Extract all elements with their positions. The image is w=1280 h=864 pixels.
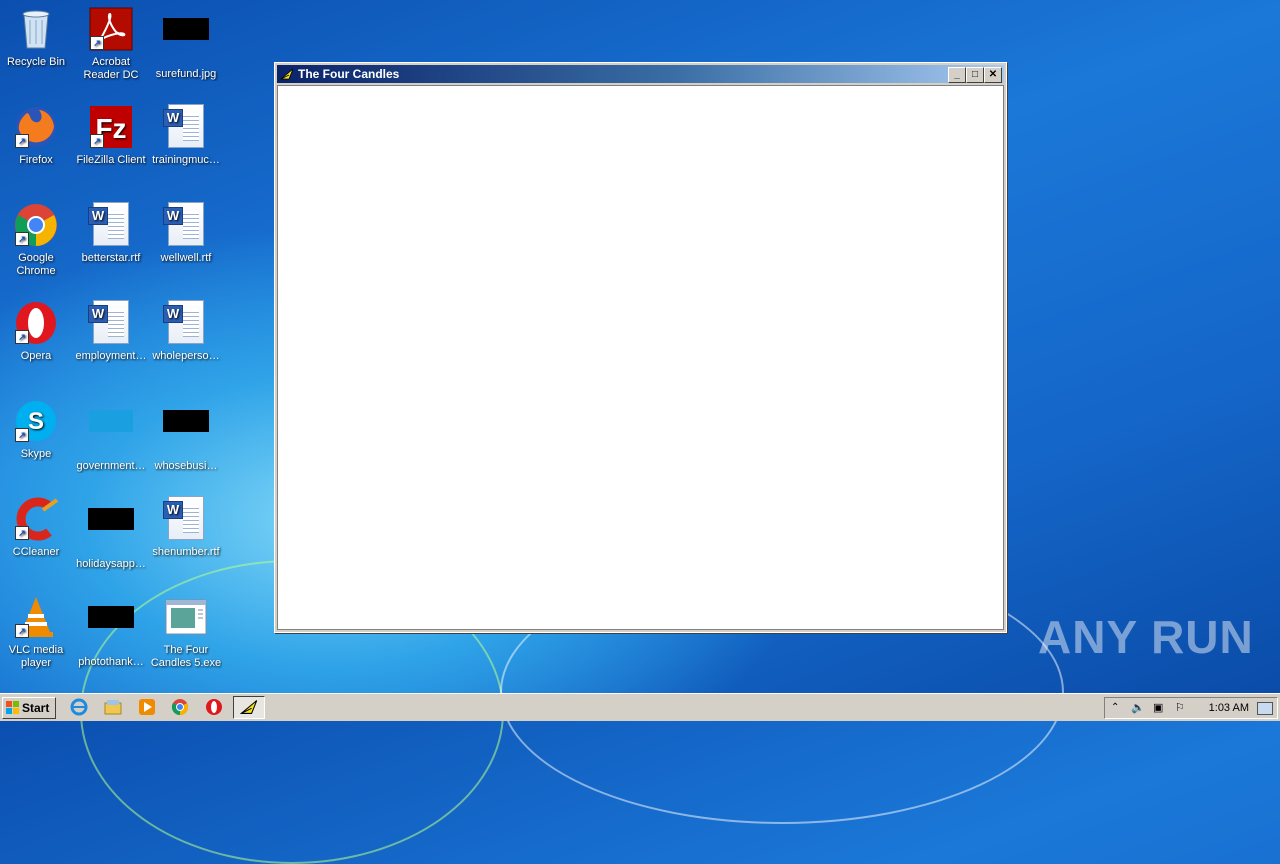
window-titlebar[interactable]: The Four Candles _ □ ✕	[277, 65, 1004, 83]
opera-icon[interactable]: ↗ Opera	[0, 300, 72, 363]
taskbar-app-button[interactable]	[233, 696, 265, 719]
app-icon	[280, 68, 294, 80]
system-tray: ⌃ 🔈 ▣ ⚐ 1:03 AM	[1104, 697, 1278, 719]
action-center-flag-icon[interactable]: ⚐	[1175, 698, 1185, 718]
show-hidden-icons-icon[interactable]: ⌃	[1111, 698, 1119, 718]
chrome-icon[interactable]	[171, 698, 189, 716]
clock[interactable]: 1:03 AM	[1209, 698, 1249, 718]
app-icon	[240, 700, 258, 714]
firefox-icon[interactable]: ↗ Firefox	[0, 104, 72, 167]
vlc-icon[interactable]: ↗ VLC media player	[0, 594, 72, 670]
watermark-logo: ANY RUN	[1038, 611, 1254, 663]
start-button[interactable]: Start	[2, 697, 56, 719]
document-icon[interactable]: trainingmuc…	[150, 104, 222, 167]
opera-icon[interactable]	[205, 698, 223, 716]
document-icon[interactable]: shenumber.rtf	[150, 496, 222, 559]
window-client-area[interactable]	[277, 85, 1004, 630]
volume-icon[interactable]: 🔈	[1131, 698, 1145, 718]
image-file-icon[interactable]: photothank…	[75, 594, 147, 669]
document-icon[interactable]: wholeperso…	[150, 300, 222, 363]
chrome-icon[interactable]: ↗ Google Chrome	[0, 202, 72, 278]
close-button[interactable]: ✕	[984, 67, 1002, 83]
image-file-icon[interactable]: holidaysapp…	[75, 496, 147, 571]
document-icon[interactable]: employment…	[75, 300, 147, 363]
recycle-bin-icon[interactable]: Recycle Bin	[0, 6, 72, 69]
document-icon[interactable]: wellwell.rtf	[150, 202, 222, 265]
document-icon[interactable]: betterstar.rtf	[75, 202, 147, 265]
skype-icon[interactable]: S ↗ Skype	[0, 398, 72, 461]
image-file-icon[interactable]: surefund.jpg	[150, 6, 222, 81]
image-file-icon[interactable]: whosebusi…	[150, 398, 222, 473]
minimize-button[interactable]: _	[948, 67, 966, 83]
windows-flag-icon	[6, 701, 19, 714]
file-icon[interactable]: government…	[75, 398, 147, 473]
show-desktop-icon[interactable]	[1257, 702, 1273, 715]
internet-explorer-icon[interactable]	[70, 698, 88, 716]
acrobat-reader-icon[interactable]: ↗ Acrobat Reader DC	[75, 6, 147, 82]
svg-text:S: S	[28, 408, 44, 435]
folder-icon[interactable]	[104, 698, 122, 716]
media-player-icon[interactable]	[138, 698, 156, 716]
ccleaner-icon[interactable]: ↗ CCleaner	[0, 496, 72, 559]
executable-icon[interactable]: The Four Candles 5.exe	[150, 594, 222, 670]
window-title: The Four Candles	[298, 67, 400, 81]
maximize-button[interactable]: □	[966, 67, 984, 83]
app-window: The Four Candles _ □ ✕	[274, 62, 1007, 633]
filezilla-icon[interactable]: Fz ↗ FileZilla Client	[75, 104, 147, 167]
network-icon[interactable]: ▣	[1153, 698, 1163, 718]
taskbar: Start ⌃ 🔈 ▣ ⚐ 1:03 AM	[0, 693, 1280, 721]
